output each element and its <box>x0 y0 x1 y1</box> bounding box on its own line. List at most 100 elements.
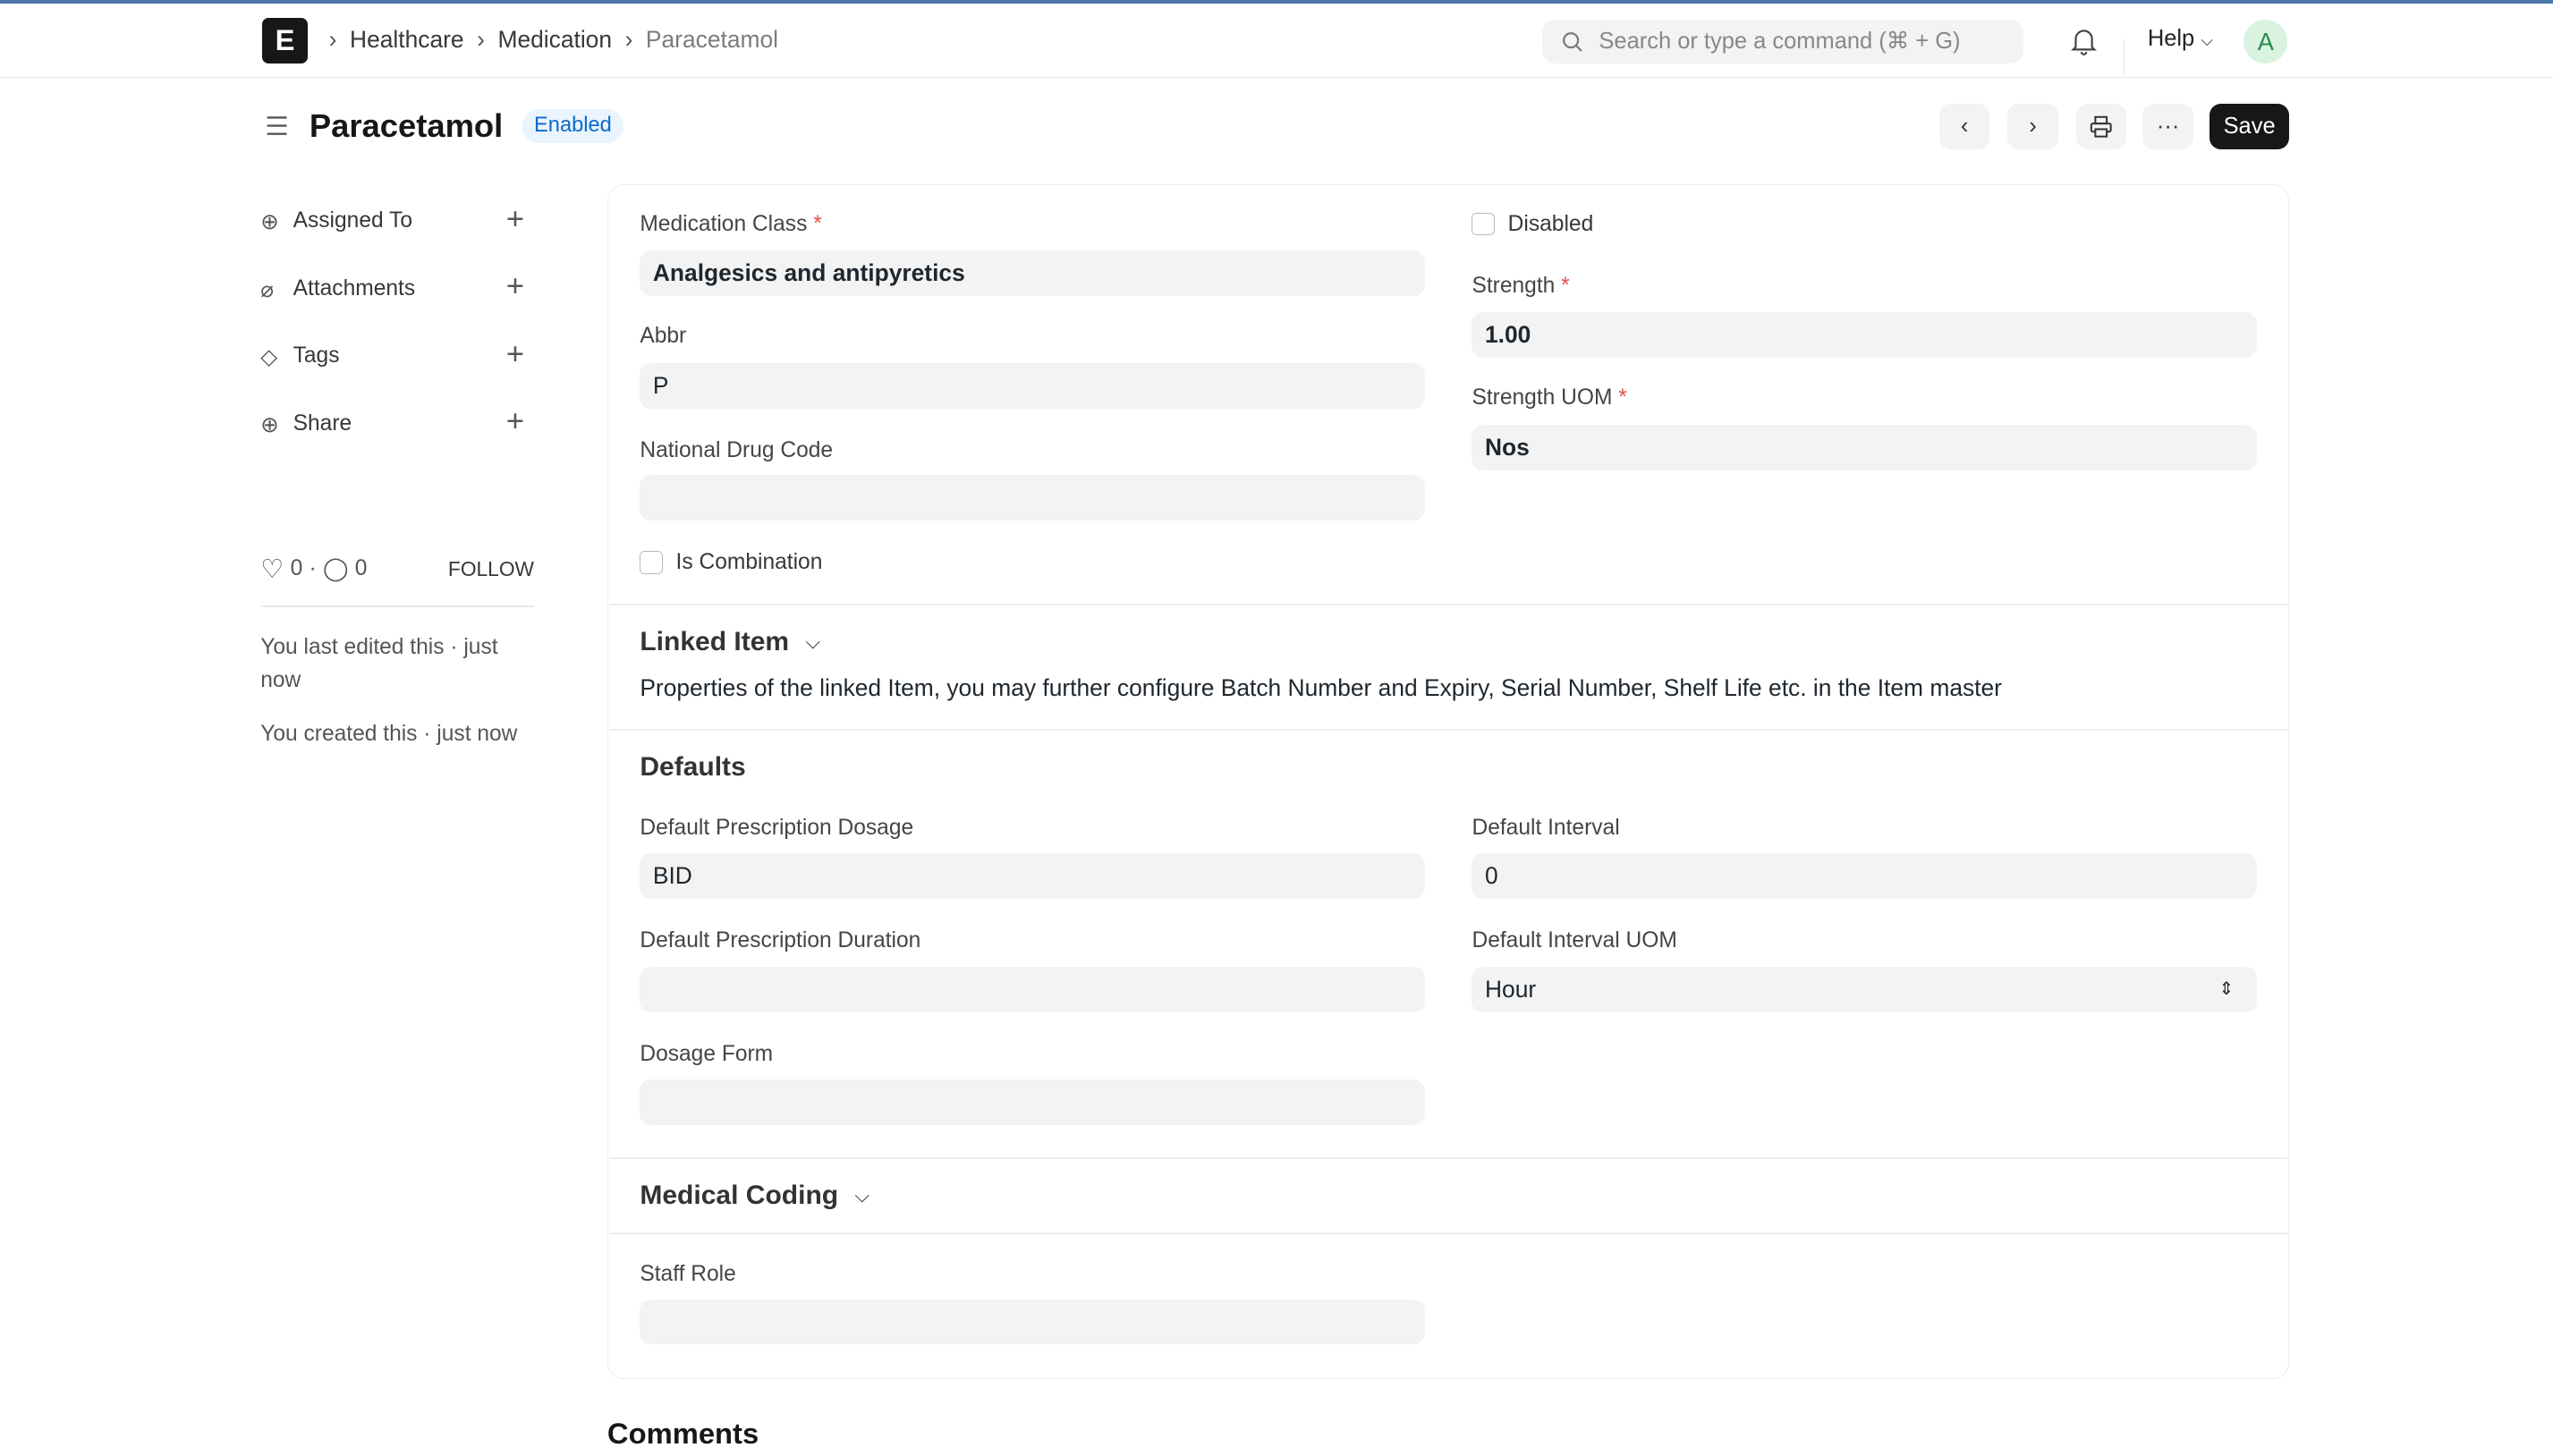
medication-class-input[interactable]: Analgesics and antipyretics <box>640 250 1425 297</box>
plus-icon[interactable]: + <box>506 202 524 237</box>
required-marker: * <box>1561 273 1570 298</box>
sidebar-item-label: Share <box>293 411 352 436</box>
heart-icon[interactable]: ♡ <box>260 554 284 585</box>
checkbox-label: Disabled <box>1507 211 1594 236</box>
avatar[interactable]: A <box>2243 19 2288 63</box>
help-label: Help <box>2147 26 2195 52</box>
label-text: Strength <box>1472 273 1556 298</box>
linked-item-section-toggle[interactable]: Linked Item ⌵ <box>640 627 820 657</box>
strength-uom-label: Strength UOM * <box>1472 385 1626 411</box>
comments-heading: Comments <box>606 1416 759 1450</box>
medical-coding-section-toggle[interactable]: Medical Coding ⌵ <box>640 1181 869 1211</box>
checkbox[interactable] <box>1472 212 1496 236</box>
print-button[interactable] <box>2075 104 2127 150</box>
section-title: Medical Coding <box>640 1180 839 1210</box>
tag-icon: ◇ <box>260 345 278 370</box>
navbar: E › Healthcare › Medication › Paracetamo… <box>0 4 2553 78</box>
divider <box>608 729 2288 732</box>
plus-icon[interactable]: + <box>506 269 524 304</box>
medication-class-label: Medication Class * <box>640 212 821 237</box>
engagement-row: ♡ 0 · ◯ 0 FOLLOW <box>260 554 534 585</box>
chevron-right-icon: › <box>2029 114 2037 140</box>
defaults-section-title: Defaults <box>640 751 746 782</box>
ndc-input[interactable] <box>640 475 1425 521</box>
save-button[interactable]: Save <box>2209 104 2290 150</box>
status-badge: Enabled <box>522 108 623 143</box>
abbr-label: Abbr <box>640 324 687 349</box>
plus-icon[interactable]: + <box>506 337 524 372</box>
duration-label: Default Prescription Duration <box>640 927 921 952</box>
divider <box>2123 38 2125 75</box>
strength-input[interactable]: 1.00 <box>1472 312 2257 359</box>
next-button[interactable]: › <box>2007 104 2058 150</box>
printer-icon <box>2091 116 2112 138</box>
linked-item-description: Properties of the linked Item, you may f… <box>640 673 2002 701</box>
select-value: Hour <box>1485 976 1537 1003</box>
page-title: Paracetamol <box>309 107 504 145</box>
dosage-form-input[interactable] <box>640 1079 1425 1125</box>
previous-button[interactable]: ‹ <box>1938 104 1990 150</box>
search-placeholder: Search or type a command (⌘ + G) <box>1599 28 1961 54</box>
duration-input[interactable] <box>640 967 1425 1013</box>
breadcrumb-current[interactable]: Paracetamol <box>646 26 778 54</box>
select-arrows-icon: ⇕ <box>2218 979 2235 1000</box>
app-logo[interactable]: E <box>262 18 308 63</box>
divider <box>608 604 2288 606</box>
sidebar: ⊕ Assigned To + ⌀ Attachments + ◇ Tags + ⊕ Shar… <box>260 202 534 479</box>
label-text: Medication Class <box>640 211 808 236</box>
breadcrumb: › Healthcare › Medication › Paracetamol <box>329 26 778 54</box>
comment-icon[interactable]: ◯ <box>323 555 349 582</box>
chevron-down-icon: ⌵ <box>805 630 820 653</box>
staff-role-label: Staff Role <box>640 1261 736 1286</box>
staff-role-input[interactable] <box>640 1299 1425 1345</box>
breadcrumb-healthcare[interactable]: Healthcare <box>350 26 464 54</box>
sidebar-item-share[interactable]: ⊕ Share + <box>260 404 534 479</box>
user-plus-icon: ⊕ <box>260 209 279 234</box>
required-marker: * <box>813 211 822 236</box>
search-input[interactable]: Search or type a command (⌘ + G) <box>1541 19 2024 63</box>
sidebar-item-label: Tags <box>293 343 340 368</box>
created-text: You created this · just now <box>260 721 518 746</box>
is-combination-checkbox[interactable]: Is Combination <box>640 550 822 575</box>
comment-count: 0 <box>354 556 368 581</box>
paperclip-icon: ⌀ <box>260 277 275 302</box>
more-options-button[interactable]: ··· <box>2142 104 2193 150</box>
sidebar-item-label: Assigned To <box>293 207 412 233</box>
dosage-label: Default Prescription Dosage <box>640 815 914 840</box>
divider <box>608 1232 2288 1234</box>
disabled-checkbox[interactable]: Disabled <box>1472 212 1593 237</box>
chevron-down-icon: ⌵ <box>854 1183 869 1206</box>
last-edited-text: You last edited this · just now <box>260 635 498 692</box>
sidebar-toggle-icon[interactable] <box>264 113 290 139</box>
interval-input[interactable]: 0 <box>1472 852 2257 899</box>
checkbox[interactable] <box>640 551 663 575</box>
required-marker: * <box>1618 385 1627 411</box>
ndc-label: National Drug Code <box>640 437 834 462</box>
label-text: Strength UOM <box>1472 385 1613 411</box>
chevron-right-icon: › <box>624 26 633 54</box>
chevron-down-icon: ⌵ <box>2201 31 2214 50</box>
dosage-input[interactable]: BID <box>640 852 1425 899</box>
more-icon: ··· <box>2156 114 2180 140</box>
like-count: 0 <box>290 556 303 581</box>
strength-uom-input[interactable]: Nos <box>1472 425 2257 471</box>
strength-label: Strength * <box>1472 274 1569 299</box>
chevron-right-icon: › <box>477 26 485 54</box>
follow-button[interactable]: FOLLOW <box>448 557 534 581</box>
checkbox-label: Is Combination <box>675 550 823 575</box>
sidebar-item-label: Attachments <box>293 275 416 301</box>
help-dropdown[interactable]: Help ⌵ <box>2148 26 2213 52</box>
plus-icon[interactable]: + <box>506 404 524 439</box>
interval-uom-select[interactable]: Hour ⇕ <box>1472 967 2257 1013</box>
abbr-input[interactable]: P <box>640 362 1425 409</box>
chevron-left-icon: ‹ <box>1960 114 1969 140</box>
bell-icon[interactable] <box>2071 26 2098 55</box>
sidebar-item-attachments[interactable]: ⌀ Attachments + <box>260 269 534 344</box>
interval-uom-label: Default Interval UOM <box>1472 927 1677 952</box>
sidebar-item-tags[interactable]: ◇ Tags + <box>260 337 534 411</box>
divider <box>260 605 534 607</box>
divider <box>608 1157 2288 1159</box>
breadcrumb-medication[interactable]: Medication <box>497 26 612 54</box>
sidebar-item-assigned-to[interactable]: ⊕ Assigned To + <box>260 202 534 276</box>
section-title: Linked Item <box>640 626 790 656</box>
